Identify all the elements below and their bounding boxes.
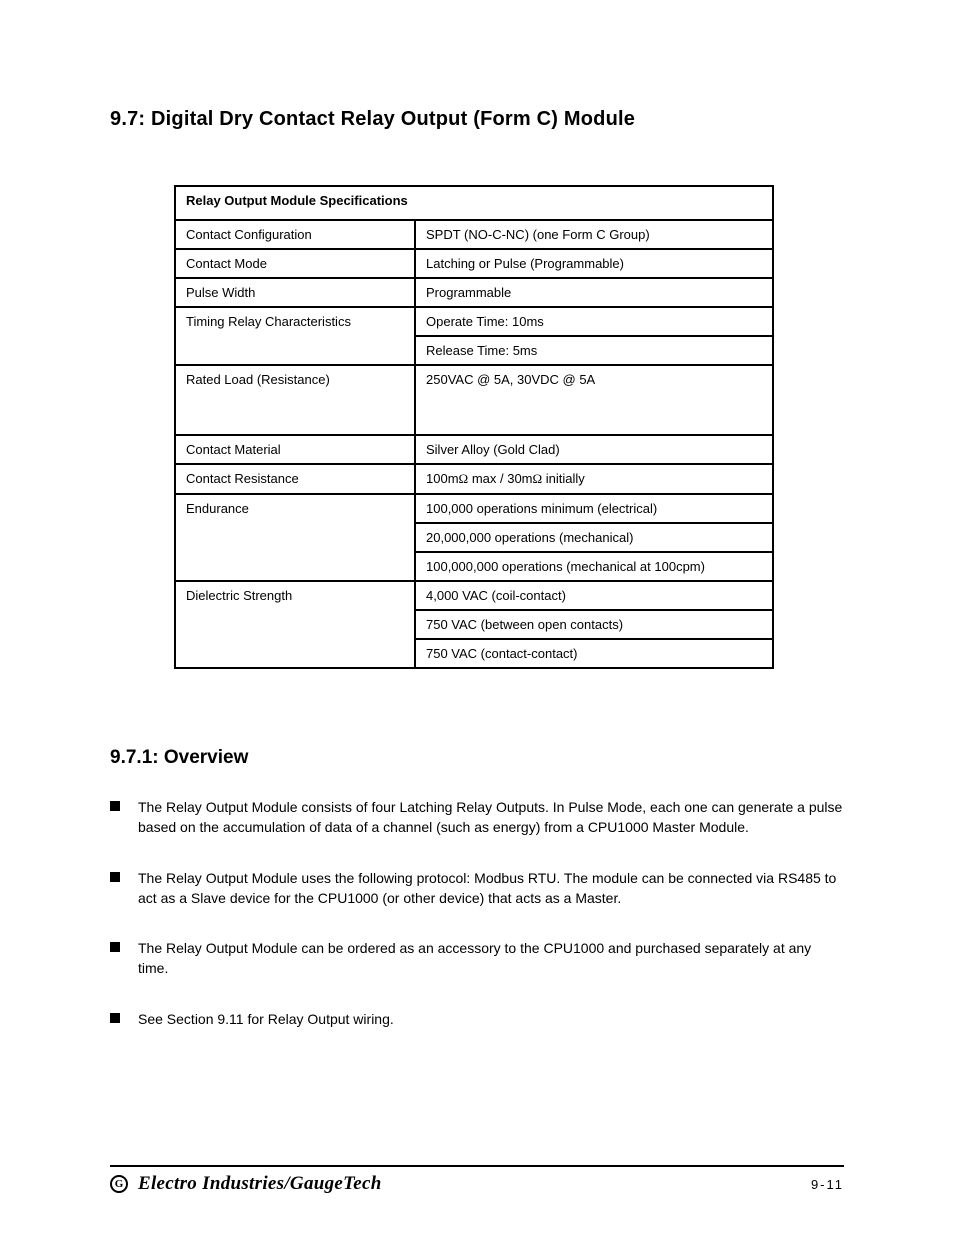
row-label: Rated Load (Resistance) <box>175 365 415 435</box>
row-value: 100,000,000 operations (mechanical at 10… <box>415 552 773 581</box>
list-item: The Relay Output Module uses the followi… <box>110 868 844 909</box>
row-value: SPDT (NO-C-NC) (one Form C Group) <box>415 220 773 249</box>
table-title: Relay Output Module Specifications <box>175 186 773 220</box>
row-value: 750 VAC (between open contacts) <box>415 610 773 639</box>
document-page: 9.7: Digital Dry Contact Relay Output (F… <box>0 0 954 1235</box>
page-number: 9-11 <box>811 1177 844 1192</box>
subsection-heading: 9.7.1: Overview <box>110 747 844 769</box>
bullet-text: The Relay Output Module consists of four… <box>138 797 844 838</box>
brand-logo-icon: G <box>110 1175 128 1193</box>
bullet-text: See Section 9.11 for Relay Output wiring… <box>138 1009 394 1029</box>
list-item: See Section 9.11 for Relay Output wiring… <box>110 1009 844 1029</box>
list-item: The Relay Output Module can be ordered a… <box>110 938 844 979</box>
row-label: Timing Relay Characteristics <box>175 307 415 365</box>
list-item: The Relay Output Module consists of four… <box>110 797 844 838</box>
row-label: Contact Mode <box>175 249 415 278</box>
bullet-text: The Relay Output Module can be ordered a… <box>138 938 844 979</box>
row-value: 100,000 operations minimum (electrical) <box>415 494 773 523</box>
row-label: Endurance <box>175 494 415 581</box>
spec-table-wrap: Relay Output Module Specifications Conta… <box>174 185 774 669</box>
spec-table: Relay Output Module Specifications Conta… <box>174 185 774 669</box>
row-value: Operate Time: 10ms <box>415 307 773 336</box>
row-value: 750 VAC (contact-contact) <box>415 639 773 668</box>
brand-name: Electro Industries/GaugeTech <box>138 1173 382 1195</box>
row-value: 250VAC @ 5A, 30VDC @ 5A <box>415 365 773 435</box>
row-value: Release Time: 5ms <box>415 336 773 365</box>
row-label: Pulse Width <box>175 278 415 307</box>
bullet-icon <box>110 801 120 811</box>
row-value: 20,000,000 operations (mechanical) <box>415 523 773 552</box>
row-label: Contact Configuration <box>175 220 415 249</box>
row-value: Latching or Pulse (Programmable) <box>415 249 773 278</box>
row-label: Contact Material <box>175 435 415 464</box>
row-label: Dielectric Strength <box>175 581 415 668</box>
row-label: Contact Resistance <box>175 464 415 494</box>
bullet-text: The Relay Output Module uses the followi… <box>138 868 844 909</box>
bullet-icon <box>110 1013 120 1023</box>
bullet-icon <box>110 942 120 952</box>
row-value: 4,000 VAC (coil-contact) <box>415 581 773 610</box>
row-value: 100mΩ max / 30mΩ initially <box>415 464 773 494</box>
page-footer: G Electro Industries/GaugeTech 9-11 <box>110 1165 844 1195</box>
section-heading: 9.7: Digital Dry Contact Relay Output (F… <box>110 108 844 131</box>
bullet-icon <box>110 872 120 882</box>
row-value: Silver Alloy (Gold Clad) <box>415 435 773 464</box>
row-value: Programmable <box>415 278 773 307</box>
overview-bullets: The Relay Output Module consists of four… <box>110 797 844 1029</box>
footer-left: G Electro Industries/GaugeTech <box>110 1173 382 1195</box>
